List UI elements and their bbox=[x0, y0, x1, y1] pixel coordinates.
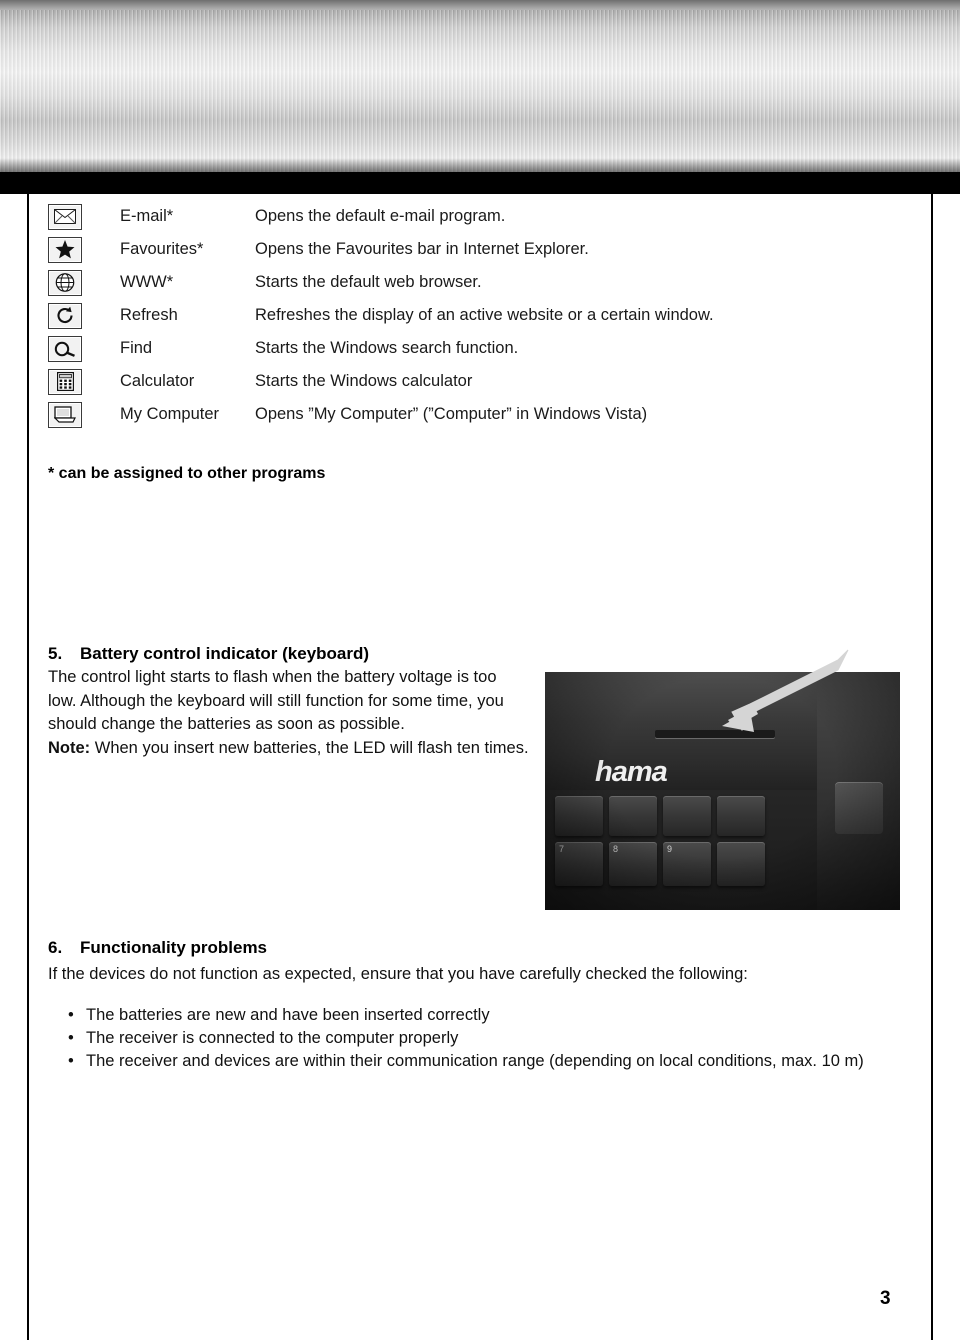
feature-description: Refreshes the display of an active websi… bbox=[255, 306, 714, 324]
list-item-text: The receiver and devices are within thei… bbox=[86, 1052, 864, 1070]
bullet-marker: • bbox=[68, 1052, 74, 1070]
brushed-metal-texture bbox=[0, 0, 960, 172]
icon-cell bbox=[48, 398, 120, 431]
section6-number: 6. bbox=[48, 938, 63, 957]
feature-name: Calculator bbox=[120, 372, 195, 390]
section-functionality-problems: 6. Functionality problems If the devices … bbox=[48, 938, 918, 1073]
section5-line2: low. Although the keyboard will still fu… bbox=[48, 691, 504, 710]
feature-table: E-mail* Opens the default e-mail program… bbox=[48, 200, 878, 431]
feature-name: My Computer bbox=[120, 405, 220, 423]
note-text: When you insert new batteries, the LED w… bbox=[90, 738, 529, 757]
banner-top-edge bbox=[0, 0, 960, 10]
feature-description: Opens the Favourites bar in Internet Exp… bbox=[255, 240, 589, 258]
page-number: 3 bbox=[880, 1288, 891, 1309]
list-item-text: The batteries are new and have been inse… bbox=[86, 1006, 490, 1024]
refresh-icon bbox=[48, 302, 82, 329]
table-row: My Computer Opens ”My Computer” (”Comput… bbox=[48, 398, 878, 431]
computer-icon bbox=[48, 401, 82, 428]
section5-note: Note: When you insert new batteries, the… bbox=[48, 737, 548, 761]
list-item: • The receiver and devices are within the… bbox=[48, 1050, 918, 1073]
feature-name: Refresh bbox=[120, 306, 178, 324]
globe-icon bbox=[48, 269, 82, 296]
feature-name: Find bbox=[120, 339, 153, 357]
icon-cell bbox=[48, 200, 120, 233]
table-row: Calculator Starts the Windows calculator bbox=[48, 365, 878, 398]
section6-title: Functionality problems bbox=[80, 938, 268, 957]
icon-cell bbox=[48, 332, 120, 365]
table-row: Find Starts the Windows search function. bbox=[48, 332, 878, 365]
list-item: • The receiver is connected to the comput… bbox=[48, 1027, 918, 1050]
callout-arrow-icon bbox=[722, 649, 849, 732]
bullet-marker: • bbox=[68, 1006, 74, 1024]
feature-description: Starts the Windows calculator bbox=[255, 372, 473, 390]
section6-intro: If the devices do not function as expect… bbox=[48, 965, 748, 983]
feature-description: Starts the default web browser. bbox=[255, 273, 482, 291]
section5-title: Battery control indicator (keyboard) bbox=[80, 644, 370, 663]
feature-description: Starts the Windows search function. bbox=[255, 339, 519, 357]
feature-name: WWW* bbox=[120, 273, 174, 291]
star-icon bbox=[48, 236, 82, 263]
feature-description: Opens ”My Computer” (”Computer” in Windo… bbox=[255, 405, 648, 423]
note-label: Note: bbox=[48, 738, 91, 757]
table-row: E-mail* Opens the default e-mail program… bbox=[48, 200, 878, 233]
list-item: • The batteries are new and have been ins… bbox=[48, 1004, 918, 1027]
section5-number: 5. bbox=[48, 644, 63, 663]
table-row: Refresh Refreshes the display of an acti… bbox=[48, 299, 878, 332]
left-vertical-rule bbox=[27, 194, 29, 1340]
bullet-marker: • bbox=[68, 1029, 74, 1047]
banner-bottom-shadow bbox=[0, 158, 960, 172]
feature-description: Opens the default e-mail program. bbox=[255, 207, 506, 225]
footnote: * can be assigned to other programs bbox=[48, 465, 326, 482]
black-separator-band bbox=[0, 172, 960, 194]
table-row: WWW* Starts the default web browser. bbox=[48, 266, 878, 299]
section5-line3: should change the batteries as soon as p… bbox=[48, 715, 405, 733]
icon-cell bbox=[48, 266, 120, 299]
feature-section: E-mail* Opens the default e-mail program… bbox=[48, 200, 918, 483]
icon-cell bbox=[48, 233, 120, 266]
email-icon bbox=[48, 203, 82, 230]
right-vertical-rule bbox=[931, 194, 933, 1340]
table-row: Favourites* Opens the Favourites bar in … bbox=[48, 233, 878, 266]
feature-name: Favourites* bbox=[120, 240, 204, 258]
troubleshooting-list: • The batteries are new and have been ins… bbox=[48, 1004, 918, 1073]
icon-cell bbox=[48, 365, 120, 398]
calculator-icon bbox=[48, 368, 82, 395]
section5-line1: The control light starts to flash when t… bbox=[48, 668, 497, 686]
icon-cell bbox=[48, 299, 120, 332]
list-item-text: The receiver is connected to the compute… bbox=[86, 1029, 459, 1047]
search-icon bbox=[48, 335, 82, 362]
section5-body: The control light starts to flash when t… bbox=[48, 666, 548, 760]
feature-name: E-mail* bbox=[120, 207, 174, 225]
section6-heading: 6. Functionality problems bbox=[48, 938, 918, 958]
header-banner bbox=[0, 0, 960, 172]
